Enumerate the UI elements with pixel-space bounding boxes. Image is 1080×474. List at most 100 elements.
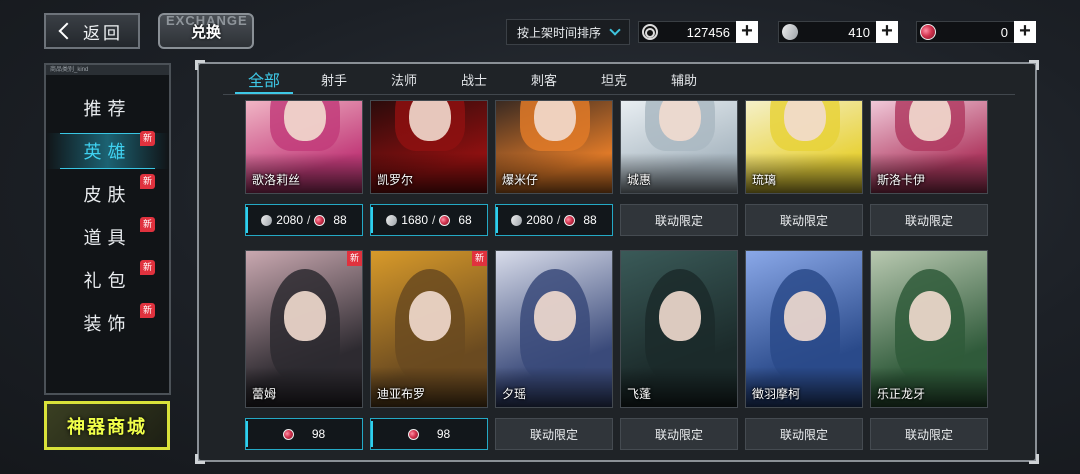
hero-name: 徵羽摩柯 bbox=[752, 387, 801, 401]
chevron-down-icon bbox=[609, 24, 621, 36]
new-badge: 新 bbox=[140, 260, 155, 275]
sidebar-item-skins[interactable]: 皮肤 新 bbox=[46, 174, 169, 212]
collab-limited-button[interactable]: 联动限定 bbox=[745, 204, 863, 236]
gem-icon bbox=[282, 428, 294, 440]
artifact-shop-label: 神器商城 bbox=[67, 416, 147, 437]
hero-card[interactable]: 迪亚布罗 新 bbox=[370, 250, 488, 408]
hero-card[interactable]: 乐正龙牙 bbox=[870, 250, 988, 408]
hero-card[interactable]: 蕾姆 新 bbox=[245, 250, 363, 408]
artifact-shop-button[interactable]: 神器商城 bbox=[44, 401, 170, 450]
tabs-divider bbox=[223, 94, 1015, 95]
hero-name: 飞蓬 bbox=[627, 387, 652, 401]
tab-support[interactable]: 辅助 bbox=[649, 64, 719, 94]
hero-card[interactable]: 徵羽摩柯 bbox=[745, 250, 863, 408]
panel-corner bbox=[195, 60, 205, 70]
hero-card[interactable]: 城惠 bbox=[620, 100, 738, 194]
add-diamond-button[interactable]: + bbox=[876, 21, 898, 43]
gem-price: 88 bbox=[583, 213, 597, 227]
sort-dropdown[interactable]: 按上架时间排序 bbox=[506, 19, 630, 45]
sidebar-item-label: 推荐 bbox=[83, 99, 132, 119]
price-separator: / bbox=[432, 213, 436, 227]
hero-name: 歌洛莉丝 bbox=[252, 173, 301, 187]
new-badge: 新 bbox=[140, 217, 155, 232]
sidebar-item-label: 道具 bbox=[83, 228, 132, 248]
hero-price-button[interactable]: 2080 / 88 bbox=[495, 204, 613, 236]
sidebar-item-label: 皮肤 bbox=[83, 185, 132, 205]
hero-card[interactable]: 飞蓬 bbox=[620, 250, 738, 408]
hero-card[interactable]: 歌洛莉丝 bbox=[245, 100, 363, 194]
hero-card[interactable]: 爆米仔 bbox=[495, 100, 613, 194]
tab-tank[interactable]: 坦克 bbox=[579, 64, 649, 94]
hero-portrait-face bbox=[534, 101, 576, 141]
new-badge: 新 bbox=[140, 131, 155, 146]
hero-portrait-face bbox=[784, 291, 826, 341]
add-coin-button[interactable]: + bbox=[736, 21, 758, 43]
hero-name: 迪亚布罗 bbox=[377, 387, 426, 401]
diamond-icon bbox=[259, 212, 274, 228]
sidebar-item-recommend[interactable]: 推荐 bbox=[46, 90, 169, 126]
gem-icon bbox=[920, 24, 936, 40]
hero-price-button[interactable]: 98 bbox=[370, 418, 488, 450]
hero-card[interactable]: 斯洛卡伊 bbox=[870, 100, 988, 194]
currency-gem: 0 + bbox=[916, 21, 1036, 43]
hero-portrait-face bbox=[409, 101, 451, 141]
hero-portrait-face bbox=[909, 291, 951, 341]
collab-limited-button[interactable]: 联动限定 bbox=[495, 418, 613, 450]
tab-assassin[interactable]: 刺客 bbox=[509, 64, 579, 94]
gem-icon bbox=[439, 214, 451, 226]
exchange-button[interactable]: EXCHANGE 兑换 bbox=[158, 13, 254, 49]
coin-icon bbox=[642, 24, 658, 40]
category-sidebar: 商品类别_kind 推荐 英雄 新 皮肤 新 道具 新 礼包 新 装饰 新 bbox=[44, 63, 171, 395]
hero-price-button[interactable]: 1680 / 68 bbox=[370, 204, 488, 236]
currency-value: 127456 bbox=[686, 24, 730, 40]
collab-limited-button[interactable]: 联动限定 bbox=[620, 418, 738, 450]
gem-price: 98 bbox=[311, 427, 326, 441]
hero-name: 城惠 bbox=[627, 173, 652, 187]
currency-value: 0 bbox=[1000, 24, 1008, 40]
back-button[interactable]: 返回 bbox=[44, 13, 140, 49]
hero-price-button[interactable]: 98 bbox=[245, 418, 363, 450]
sidebar-item-heroes[interactable]: 英雄 新 bbox=[46, 131, 169, 169]
sidebar-item-label: 装饰 bbox=[83, 314, 132, 334]
sidebar-item-items[interactable]: 道具 新 bbox=[46, 217, 169, 255]
tab-fighter[interactable]: 战士 bbox=[439, 64, 509, 94]
new-badge: 新 bbox=[140, 303, 155, 318]
hero-card[interactable]: 凯罗尔 bbox=[370, 100, 488, 194]
diamond-icon bbox=[384, 212, 399, 228]
currency-diamond: 410 + bbox=[778, 21, 898, 43]
collab-limited-button[interactable]: 联动限定 bbox=[620, 204, 738, 236]
hero-name: 夕瑶 bbox=[502, 387, 527, 401]
hero-portrait-face bbox=[409, 291, 451, 341]
new-badge: 新 bbox=[347, 251, 362, 266]
collab-limited-button[interactable]: 联动限定 bbox=[870, 204, 988, 236]
new-badge: 新 bbox=[140, 174, 155, 189]
back-label: 返回 bbox=[83, 23, 123, 43]
gem-price: 98 bbox=[436, 427, 451, 441]
panel-corner bbox=[1029, 60, 1039, 70]
hero-card[interactable]: 琉璃 bbox=[745, 100, 863, 194]
hero-name: 爆米仔 bbox=[502, 173, 539, 187]
sidebar-item-label: 英雄 bbox=[83, 142, 132, 162]
hero-portrait-face bbox=[659, 291, 701, 341]
hero-card[interactable]: 夕瑶 bbox=[495, 250, 613, 408]
hero-portrait-face bbox=[284, 101, 326, 141]
collab-limited-button[interactable]: 联动限定 bbox=[745, 418, 863, 450]
add-gem-button[interactable]: + bbox=[1014, 21, 1036, 43]
hero-name: 琉璃 bbox=[752, 173, 777, 187]
hero-portrait-face bbox=[534, 291, 576, 341]
hero-portrait-face bbox=[784, 101, 826, 141]
sidebar-item-packs[interactable]: 礼包 新 bbox=[46, 260, 169, 298]
sidebar-item-decor[interactable]: 装饰 新 bbox=[46, 303, 169, 341]
chevron-left-icon bbox=[58, 22, 76, 40]
collab-limited-button[interactable]: 联动限定 bbox=[870, 418, 988, 450]
role-tabs: 全部 射手 法师 战士 刺客 坦克 辅助 bbox=[229, 64, 1015, 96]
hero-shop-panel: 全部 射手 法师 战士 刺客 坦克 辅助 歌洛莉丝 2080 / 88 凯罗尔 1680 /… bbox=[195, 60, 1039, 464]
gem-icon bbox=[407, 428, 419, 440]
tab-all[interactable]: 全部 bbox=[229, 64, 299, 95]
sidebar-item-label: 礼包 bbox=[83, 271, 132, 291]
diamond-icon bbox=[509, 212, 524, 228]
diamond-price: 2080 bbox=[526, 213, 553, 227]
tab-marksman[interactable]: 射手 bbox=[299, 64, 369, 94]
tab-mage[interactable]: 法师 bbox=[369, 64, 439, 94]
hero-price-button[interactable]: 2080 / 88 bbox=[245, 204, 363, 236]
